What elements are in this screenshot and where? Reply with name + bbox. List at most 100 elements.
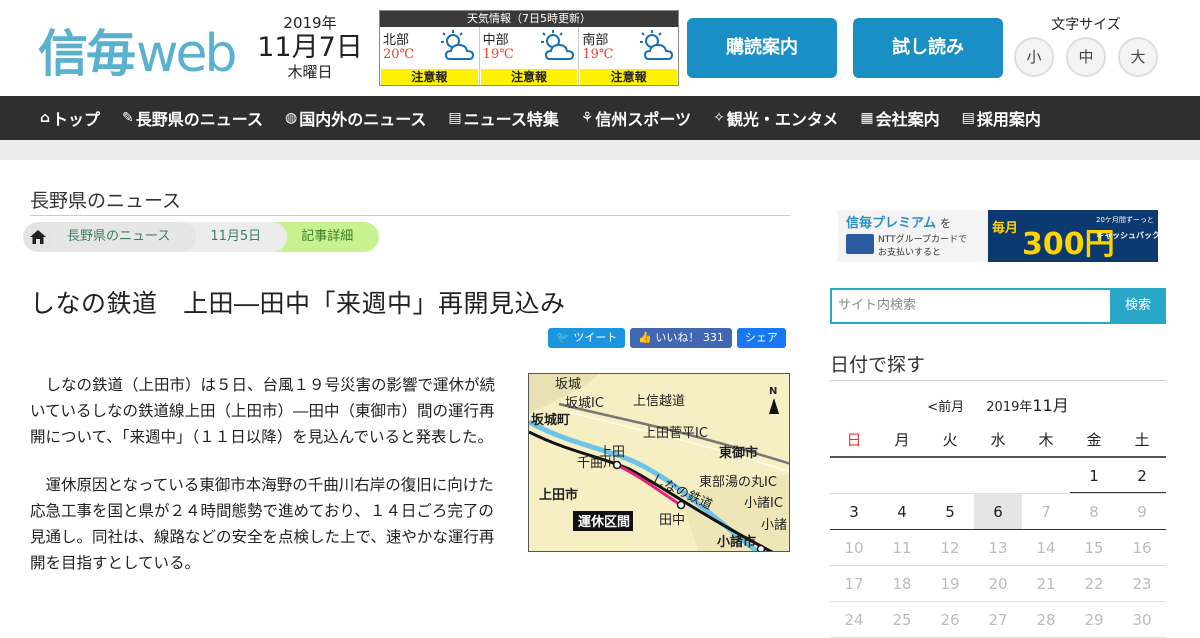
- ad-text: 毎月: [992, 220, 1018, 236]
- weather-title: 天気情報（7日5時更新）: [380, 11, 678, 27]
- home-icon: ⌂: [40, 110, 51, 126]
- sun-cloud-icon: [640, 30, 674, 60]
- font-size-label: 文字サイズ: [1051, 17, 1121, 33]
- ad-text: キャッシュバック!!: [1096, 230, 1158, 240]
- nav-label: 採用案内: [976, 110, 1041, 129]
- globe-icon: ◍: [284, 110, 298, 126]
- calendar-week: 3 4 5 6 7 8 9: [830, 494, 1166, 530]
- calendar-day[interactable]: 3: [830, 494, 878, 529]
- weather-region: 中部: [482, 33, 509, 48]
- font-size-large-button[interactable]: 大: [1118, 37, 1158, 77]
- search-button[interactable]: 検索: [1110, 288, 1166, 324]
- nav-company[interactable]: ▦ 会社案内: [860, 106, 939, 130]
- logo-kanji: 信毎: [38, 25, 136, 83]
- trial-read-button[interactable]: 試し読み: [853, 18, 1003, 78]
- weather-north[interactable]: 北部 20℃ 注意報: [380, 27, 480, 85]
- nav-nagano-news[interactable]: ✎ 長野県のニュース: [122, 106, 263, 130]
- calendar-month: 11月: [1032, 396, 1069, 415]
- nav-label: 会社案内: [875, 110, 940, 129]
- site-header: 信毎 web 2019年 11月7日 木曜日 天気情報（7日5時更新） 北部 2…: [0, 0, 1200, 96]
- map-label: 小諸IC: [744, 495, 783, 511]
- article-headline: しなの鉄道 上田―田中「来週中」再開見込み: [30, 289, 566, 318]
- premium-ad-banner[interactable]: 信毎プレミアム を NTTグループカードで お支払いすると 毎月 300円 20…: [838, 210, 1158, 262]
- twitter-icon: 🐦: [556, 331, 574, 344]
- divider: [830, 380, 1166, 381]
- calendar-day[interactable]: 4: [878, 494, 926, 529]
- divider: [30, 215, 790, 216]
- nav-recruit[interactable]: ▤ 採用案内: [962, 106, 1041, 130]
- weather-widget[interactable]: 天気情報（7日5時更新） 北部 20℃ 注意報 中部 19℃ 注意報 南部 19…: [379, 10, 679, 86]
- date-weekday: 木曜日: [287, 63, 333, 81]
- calendar-day[interactable]: 1: [1070, 458, 1118, 493]
- calendar-day[interactable]: 2: [1118, 458, 1166, 493]
- calendar-day-disabled: 18: [892, 575, 912, 593]
- ad-text: を: [940, 217, 951, 230]
- calendar-week: 17 18 19 20 21 22 23: [830, 566, 1166, 602]
- map-label: 坂城町: [531, 412, 570, 428]
- weather-south[interactable]: 南部 19℃ 注意報: [579, 27, 678, 85]
- search-input[interactable]: サイト内検索: [830, 288, 1110, 324]
- nav-sports[interactable]: ⚘ 信州スポーツ: [581, 106, 691, 130]
- calendar-day-disabled: 29: [1084, 611, 1104, 629]
- weekday: 土: [1134, 431, 1150, 449]
- camera-icon: ✧: [713, 110, 725, 126]
- calendar-day-disabled: 19: [940, 575, 960, 593]
- map-label: 坂城IC: [565, 396, 604, 411]
- weekday: 火: [942, 431, 958, 449]
- calendar-weekdays: 日 月 火 水 木 金 土: [830, 422, 1166, 458]
- calendar-day-selected[interactable]: 6: [974, 494, 1022, 529]
- calendar-day-disabled: 9: [1137, 503, 1147, 521]
- map-label: 千曲川: [577, 456, 616, 471]
- share-button[interactable]: シェア: [736, 328, 786, 348]
- nav-features[interactable]: ▤ ニュース特集: [448, 106, 558, 130]
- font-size-medium-button[interactable]: 中: [1066, 37, 1106, 77]
- weather-central[interactable]: 中部 19℃ 注意報: [480, 27, 580, 85]
- calendar-day[interactable]: 5: [926, 494, 974, 529]
- weather-region: 南部: [582, 33, 609, 48]
- prev-month-link[interactable]: <前月: [927, 400, 964, 415]
- subscribe-button[interactable]: 購読案内: [687, 18, 837, 78]
- map-label: 坂城: [555, 377, 581, 392]
- tweet-button[interactable]: 🐦 ツイート: [548, 328, 626, 348]
- like-button[interactable]: 👍 いいね！ 331: [630, 328, 732, 348]
- font-size-small-button[interactable]: 小: [1014, 37, 1054, 77]
- date-search-title: 日付で探す: [830, 354, 926, 376]
- sun-cloud-icon: [441, 30, 475, 60]
- weather-warning: 注意報: [580, 69, 678, 85]
- breadcrumb-date[interactable]: 11月5日: [182, 222, 288, 252]
- article-main: 長野県のニュース 長野県のニュース 11月5日 記事詳細 しなの鉄道 上田―田中…: [23, 160, 790, 630]
- calendar-day-disabled: 26: [940, 611, 960, 629]
- main-nav: ⌂ トップ ✎ 長野県のニュース ◍ 国内外のニュース ▤ ニュース特集 ⚘ 信州スポーツ…: [0, 96, 1200, 140]
- calendar-day-disabled: 28: [1036, 611, 1056, 629]
- nav-label: 長野県のニュース: [135, 110, 263, 129]
- nav-tourism[interactable]: ✧ 観光・エンタメ: [713, 106, 838, 130]
- calendar-day-disabled: 13: [988, 539, 1008, 557]
- calendar-week: 10 11 12 13 14 15 16: [830, 530, 1166, 566]
- weekday: 金: [1086, 431, 1102, 449]
- weekday: 月: [894, 431, 910, 449]
- weather-temp: 20℃: [383, 47, 415, 62]
- weather-warning: 注意報: [381, 69, 478, 85]
- nav-label: 観光・エンタメ: [726, 110, 839, 129]
- site-logo[interactable]: 信毎 web: [38, 14, 238, 84]
- map-label: 小諸市: [717, 534, 756, 550]
- nav-top[interactable]: ⌂ トップ: [40, 106, 100, 130]
- map-label: N: [769, 386, 777, 397]
- calendar-day-disabled: 17: [844, 575, 864, 593]
- calendar-day-empty: [1022, 458, 1070, 493]
- breadcrumb-home[interactable]: [23, 222, 53, 252]
- nav-label: ニュース特集: [463, 110, 559, 129]
- weather-warning: 注意報: [480, 69, 578, 85]
- home-icon: [30, 230, 46, 244]
- breadcrumb-category[interactable]: 長野県のニュース: [39, 222, 197, 252]
- weather-temp: 19℃: [582, 47, 614, 62]
- ad-text: お支払いすると: [878, 246, 941, 258]
- ad-text: NTTグループカードで: [878, 233, 967, 245]
- weekday: 日: [846, 431, 862, 449]
- route-map: 坂城 坂城IC 上信越道 坂城町 上田 上田菅平IC 東御市 千曲川 東部湯の丸…: [528, 373, 790, 552]
- calendar-day-disabled: 11: [892, 539, 912, 557]
- nav-label: 信州スポーツ: [595, 110, 692, 129]
- calendar-year: 2019年: [986, 400, 1033, 415]
- nav-world-news[interactable]: ◍ 国内外のニュース: [285, 106, 426, 130]
- calendar-header: <前月 2019年11月: [830, 392, 1166, 416]
